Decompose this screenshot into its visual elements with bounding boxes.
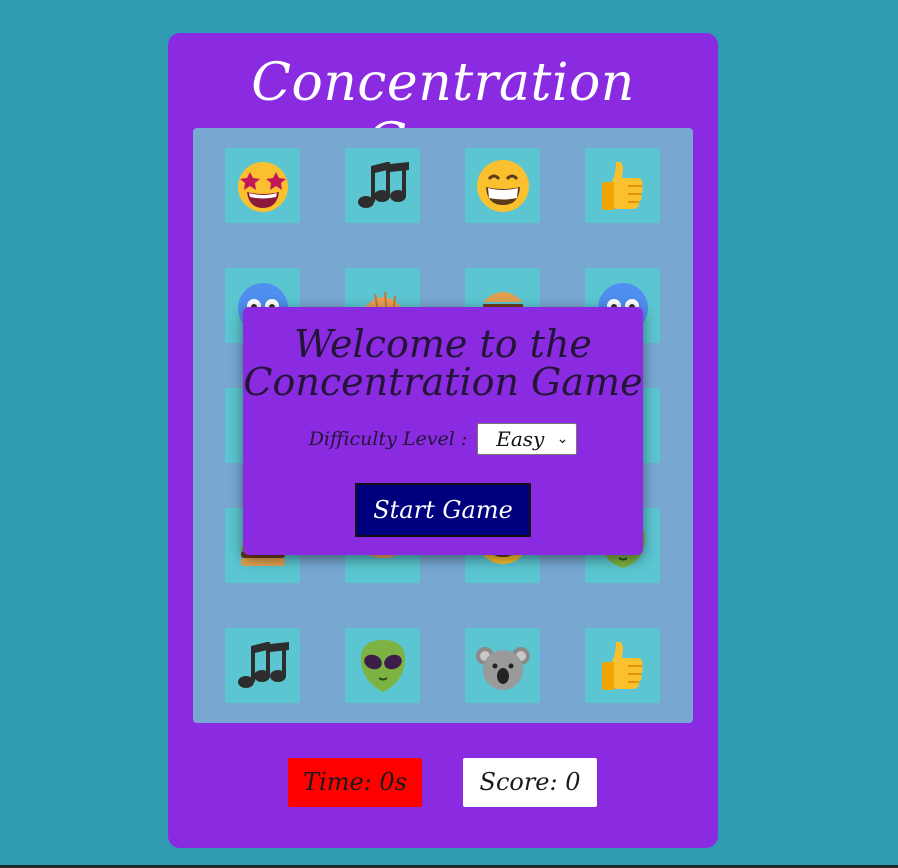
card[interactable] xyxy=(465,148,540,223)
alien-icon xyxy=(360,639,405,692)
thumbs-up-icon xyxy=(601,641,643,690)
difficulty-value: Easy xyxy=(496,427,545,451)
start-game-button[interactable]: Start Game xyxy=(355,483,531,537)
score-display: Score: 0 xyxy=(463,758,597,807)
chevron-down-icon: ⌄ xyxy=(556,431,569,447)
card[interactable] xyxy=(585,628,660,703)
card[interactable] xyxy=(585,148,660,223)
modal-title: Welcome to the Concentration Game xyxy=(243,322,643,404)
music-notes-icon xyxy=(357,161,409,208)
card[interactable] xyxy=(345,628,420,703)
koala-icon xyxy=(475,646,530,690)
grinning-face-icon xyxy=(476,159,529,212)
difficulty-label: Difficulty Level : xyxy=(308,428,468,450)
card[interactable] xyxy=(225,628,300,703)
music-notes-icon xyxy=(237,641,289,688)
timer-display: Time: 0s xyxy=(288,758,422,807)
card[interactable] xyxy=(225,148,300,223)
thumbs-up-icon xyxy=(601,161,643,210)
star-struck-face-icon xyxy=(237,161,288,212)
difficulty-row: Difficulty Level : Easy ⌄ xyxy=(243,423,643,455)
welcome-modal: Welcome to the Concentration Game Diffic… xyxy=(243,307,643,555)
card[interactable] xyxy=(345,148,420,223)
card[interactable] xyxy=(465,628,540,703)
difficulty-select[interactable]: Easy ⌄ xyxy=(477,423,578,455)
